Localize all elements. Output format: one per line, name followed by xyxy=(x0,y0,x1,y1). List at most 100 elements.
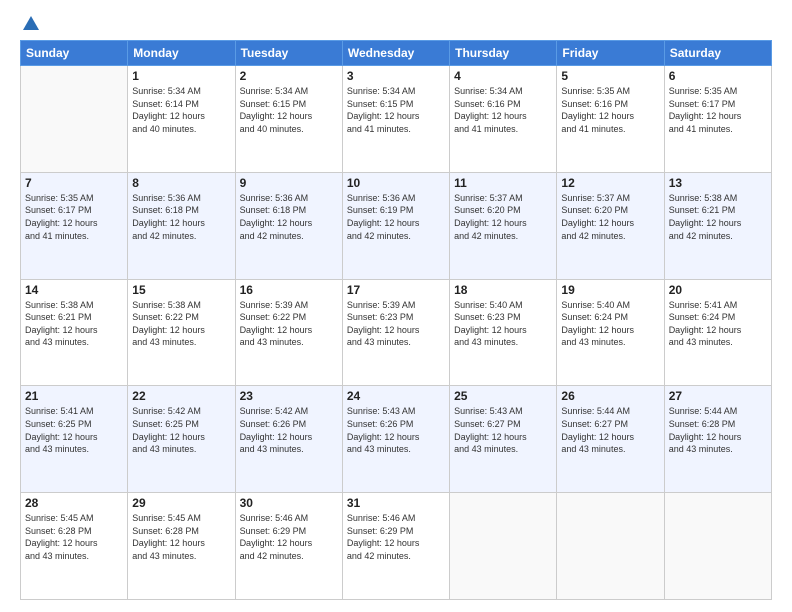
sunrise-text: Sunrise: 5:44 AM xyxy=(669,406,738,416)
calendar-cell: 25Sunrise: 5:43 AMSunset: 6:27 PMDayligh… xyxy=(450,386,557,493)
sunrise-text: Sunrise: 5:35 AM xyxy=(669,86,738,96)
day-number: 26 xyxy=(561,389,659,403)
day-number: 31 xyxy=(347,496,445,510)
daylight-text: Daylight: 12 hours xyxy=(132,325,205,335)
sunset-text: Sunset: 6:17 PM xyxy=(25,205,92,215)
sunrise-text: Sunrise: 5:46 AM xyxy=(347,513,416,523)
sunrise-text: Sunrise: 5:37 AM xyxy=(454,193,523,203)
daylight-text: Daylight: 12 hours xyxy=(561,325,634,335)
day-number: 21 xyxy=(25,389,123,403)
day-number: 8 xyxy=(132,176,230,190)
sunset-text: Sunset: 6:28 PM xyxy=(669,419,736,429)
daylight-text: Daylight: 12 hours xyxy=(454,111,527,121)
day-number: 29 xyxy=(132,496,230,510)
sunrise-text: Sunrise: 5:35 AM xyxy=(25,193,94,203)
sunset-text: Sunset: 6:25 PM xyxy=(132,419,199,429)
day-info: Sunrise: 5:34 AMSunset: 6:15 PMDaylight:… xyxy=(240,85,338,135)
logo xyxy=(20,16,39,32)
calendar-week-row: 28Sunrise: 5:45 AMSunset: 6:28 PMDayligh… xyxy=(21,493,772,600)
sunrise-text: Sunrise: 5:46 AM xyxy=(240,513,309,523)
daylight-text: Daylight: 12 hours xyxy=(25,218,98,228)
daylight-text: Daylight: 12 hours xyxy=(669,218,742,228)
logo-text xyxy=(20,16,39,32)
logo-triangle-icon xyxy=(23,16,39,30)
day-number: 15 xyxy=(132,283,230,297)
daylight-text: Daylight: 12 hours xyxy=(347,111,420,121)
sunrise-text: Sunrise: 5:43 AM xyxy=(454,406,523,416)
daylight-text: Daylight: 12 hours xyxy=(25,432,98,442)
day-info: Sunrise: 5:37 AMSunset: 6:20 PMDaylight:… xyxy=(561,192,659,242)
sunrise-text: Sunrise: 5:38 AM xyxy=(25,300,94,310)
sunrise-text: Sunrise: 5:34 AM xyxy=(240,86,309,96)
daylight-text: Daylight: 12 hours xyxy=(132,218,205,228)
day-number: 13 xyxy=(669,176,767,190)
daylight-minutes-text: and 43 minutes. xyxy=(347,337,411,347)
daylight-text: Daylight: 12 hours xyxy=(132,111,205,121)
sunset-text: Sunset: 6:22 PM xyxy=(132,312,199,322)
daylight-text: Daylight: 12 hours xyxy=(25,538,98,548)
sunrise-text: Sunrise: 5:40 AM xyxy=(454,300,523,310)
weekday-header: Saturday xyxy=(664,41,771,66)
day-number: 7 xyxy=(25,176,123,190)
daylight-minutes-text: and 42 minutes. xyxy=(561,231,625,241)
daylight-text: Daylight: 12 hours xyxy=(347,218,420,228)
sunset-text: Sunset: 6:15 PM xyxy=(347,99,414,109)
day-info: Sunrise: 5:42 AMSunset: 6:26 PMDaylight:… xyxy=(240,405,338,455)
daylight-minutes-text: and 42 minutes. xyxy=(669,231,733,241)
calendar-cell: 27 Sunrise: 5:44 AM Sunset: 6:28 PM Dayligh… xyxy=(664,386,771,493)
calendar-week-row: 1 Sunrise: 5:34 AM Sunset: 6:14 PM Daylight… xyxy=(21,66,772,173)
day-info: Sunrise: 5:38 AMSunset: 6:22 PMDaylight:… xyxy=(132,299,230,349)
sunset-text: Sunset: 6:26 PM xyxy=(240,419,307,429)
daylight-minutes-text: and 41 minutes. xyxy=(25,231,89,241)
daylight-minutes-text: and 42 minutes. xyxy=(454,231,518,241)
sunrise-text: Sunrise: 5:39 AM xyxy=(347,300,416,310)
daylight-text: Daylight: 12 hours xyxy=(669,111,742,121)
daylight-minutes-text: and 43 minutes. xyxy=(669,444,733,454)
day-number: 24 xyxy=(347,389,445,403)
daylight-text: Daylight: 12 hours xyxy=(240,218,313,228)
sunrise-text: Sunrise: 5:45 AM xyxy=(132,513,201,523)
daylight-text: Daylight: 12 hours xyxy=(669,432,742,442)
calendar-cell: 1Sunrise: 5:34 AMSunset: 6:14 PMDaylight… xyxy=(128,66,235,173)
daylight-text: Daylight: 12 hours xyxy=(561,111,634,121)
calendar-cell: 10Sunrise: 5:36 AMSunset: 6:19 PMDayligh… xyxy=(342,172,449,279)
weekday-header: Monday xyxy=(128,41,235,66)
daylight-minutes-text: and 43 minutes. xyxy=(240,337,304,347)
sunset-text: Sunset: 6:16 PM xyxy=(561,99,628,109)
day-info: Sunrise: 5:40 AMSunset: 6:23 PMDaylight:… xyxy=(454,299,552,349)
day-info: Sunrise: 5:37 AMSunset: 6:20 PMDaylight:… xyxy=(454,192,552,242)
daylight-text: Daylight: 12 hours xyxy=(561,218,634,228)
page: SundayMondayTuesdayWednesdayThursdayFrid… xyxy=(0,0,792,612)
calendar-cell: 5Sunrise: 5:35 AMSunset: 6:16 PMDaylight… xyxy=(557,66,664,173)
sunset-text: Sunset: 6:15 PM xyxy=(240,99,307,109)
day-number: 1 xyxy=(132,69,230,83)
sunset-text: Sunset: 6:14 PM xyxy=(132,99,199,109)
weekday-header: Friday xyxy=(557,41,664,66)
calendar-cell: 21Sunrise: 5:41 AMSunset: 6:25 PMDayligh… xyxy=(21,386,128,493)
daylight-minutes-text: and 42 minutes. xyxy=(240,231,304,241)
calendar-cell: 3Sunrise: 5:34 AMSunset: 6:15 PMDaylight… xyxy=(342,66,449,173)
daylight-minutes-text: and 42 minutes. xyxy=(347,231,411,241)
daylight-minutes-text: and 41 minutes. xyxy=(669,124,733,134)
weekday-header: Sunday xyxy=(21,41,128,66)
sunset-text: Sunset: 6:18 PM xyxy=(132,205,199,215)
sunset-text: Sunset: 6:27 PM xyxy=(561,419,628,429)
calendar-cell: 11Sunrise: 5:37 AMSunset: 6:20 PMDayligh… xyxy=(450,172,557,279)
calendar-cell: 7 Sunrise: 5:35 AM Sunset: 6:17 PM Daylight… xyxy=(21,172,128,279)
sunset-text: Sunset: 6:24 PM xyxy=(669,312,736,322)
calendar-cell xyxy=(664,493,771,600)
daylight-minutes-text: and 43 minutes. xyxy=(347,444,411,454)
calendar-cell: 9Sunrise: 5:36 AMSunset: 6:18 PMDaylight… xyxy=(235,172,342,279)
day-info: Sunrise: 5:38 AMSunset: 6:21 PMDaylight:… xyxy=(669,192,767,242)
weekday-header: Thursday xyxy=(450,41,557,66)
daylight-minutes-text: and 42 minutes. xyxy=(132,231,196,241)
sunrise-text: Sunrise: 5:44 AM xyxy=(561,406,630,416)
calendar-cell: 17Sunrise: 5:39 AMSunset: 6:23 PMDayligh… xyxy=(342,279,449,386)
calendar-week-row: 21Sunrise: 5:41 AMSunset: 6:25 PMDayligh… xyxy=(21,386,772,493)
sunrise-text: Sunrise: 5:40 AM xyxy=(561,300,630,310)
calendar-week-row: 7 Sunrise: 5:35 AM Sunset: 6:17 PM Daylight… xyxy=(21,172,772,279)
day-number: 27 xyxy=(669,389,767,403)
daylight-text: Daylight: 12 hours xyxy=(132,538,205,548)
calendar-cell: 14Sunrise: 5:38 AMSunset: 6:21 PMDayligh… xyxy=(21,279,128,386)
sunset-text: Sunset: 6:29 PM xyxy=(347,526,414,536)
